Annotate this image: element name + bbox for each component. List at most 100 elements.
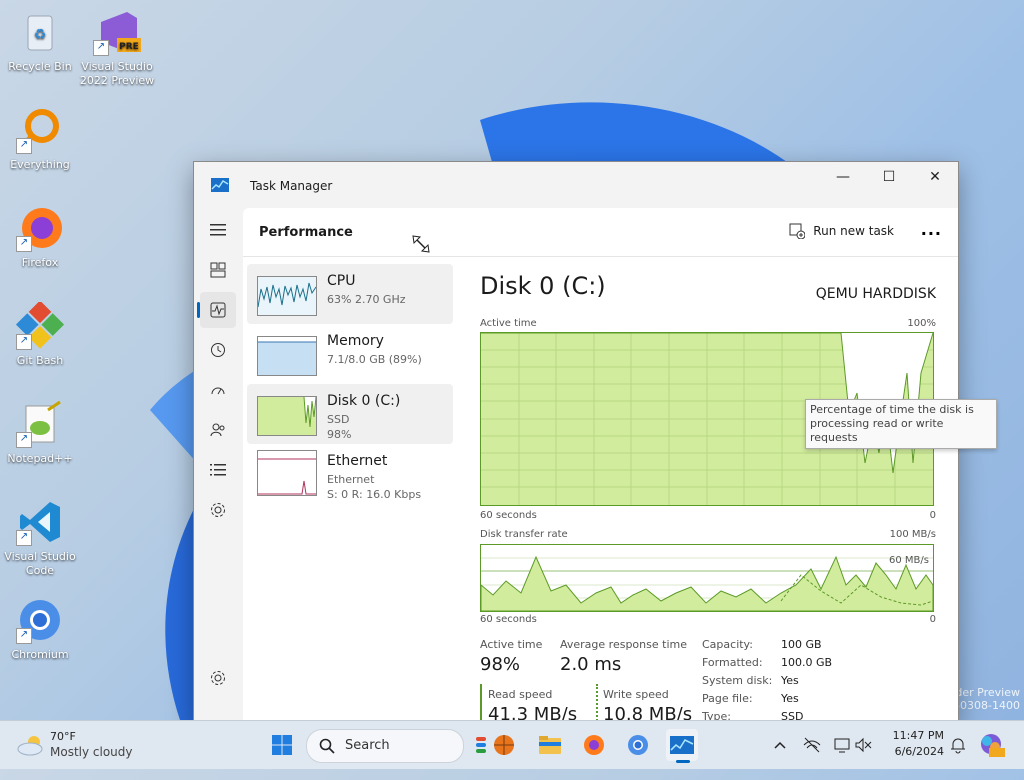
prop-key: System disk: <box>702 674 773 687</box>
performance-content: Performance Run new task ... CPU 63% 2.7… <box>243 208 958 722</box>
details-list-icon <box>210 464 226 476</box>
resource-item-disk[interactable]: Disk 0 (C:) SSD 98% <box>247 384 453 444</box>
maximize-button[interactable]: ☐ <box>866 162 912 192</box>
resource-sub1: 7.1/8.0 GB (89%) <box>327 353 422 366</box>
resource-list: CPU 63% 2.70 GHz Memory 7.1/8.0 GB (89%)… <box>247 264 453 504</box>
system-tray-status[interactable] <box>832 729 876 761</box>
nav-processes[interactable] <box>200 252 236 288</box>
prop-value: Yes <box>781 674 799 687</box>
nav-settings[interactable] <box>200 660 236 696</box>
desktop-icon-recycle-bin[interactable]: ♻ Recycle Bin <box>0 8 80 74</box>
desktop-icon-firefox[interactable]: ↗ Firefox <box>0 204 80 270</box>
prop-value: 100.0 GB <box>781 656 833 669</box>
network-disconnected-icon <box>803 737 821 753</box>
desktop-icon-visual-studio[interactable]: PRE ↗ Visual Studio 2022 Preview <box>77 8 157 88</box>
windows-start-icon <box>272 735 292 755</box>
everything-search-icon: ↗ <box>16 106 64 154</box>
transfer-rate-graph[interactable]: 60 MB/s <box>480 544 934 612</box>
desktop-icon-chromium[interactable]: ↗ Chromium <box>0 596 80 662</box>
run-new-task-button[interactable]: Run new task <box>789 223 894 239</box>
memory-thumbnail <box>257 336 317 376</box>
active-time-axis-left: 60 seconds <box>480 510 537 521</box>
task-manager-app-icon <box>211 178 229 192</box>
shortcut-arrow-icon: ↗ <box>16 236 32 252</box>
taskbar-clock[interactable]: 11:47 PM 6/6/2024 <box>884 728 944 760</box>
prop-key: Capacity: <box>702 638 753 651</box>
nav-users[interactable] <box>200 412 236 448</box>
write-speed-marker <box>596 684 598 722</box>
resource-item-memory[interactable]: Memory 7.1/8.0 GB (89%) <box>247 324 453 384</box>
nav-details[interactable] <box>200 452 236 488</box>
history-icon <box>211 343 225 357</box>
avg-response-label: Average response time <box>560 638 687 651</box>
file-explorer-icon <box>539 736 561 754</box>
prop-key: Formatted: <box>702 656 763 669</box>
resource-name: Ethernet <box>327 453 388 469</box>
active-time-max: 100% <box>907 318 936 329</box>
transfer-rate-max: 100 MB/s <box>889 529 936 540</box>
desktop-icon-label: Recycle Bin <box>8 60 72 73</box>
nav-startup-apps[interactable] <box>200 372 236 408</box>
nav-app-history[interactable] <box>200 332 236 368</box>
resource-item-cpu[interactable]: CPU 63% 2.70 GHz <box>247 264 453 324</box>
desktop-icon-vscode[interactable]: ↗ Visual Studio Code <box>0 498 80 578</box>
close-button[interactable]: ✕ <box>912 162 958 192</box>
prop-key: Page file: <box>702 692 753 705</box>
taskbar-search-box[interactable]: Search <box>306 729 464 763</box>
svg-text:♻: ♻ <box>34 27 47 43</box>
resource-item-ethernet[interactable]: Ethernet Ethernet S: 0 R: 16.0 Kbps <box>247 444 453 504</box>
desktop-icon-everything[interactable]: ↗ Everything <box>0 106 80 172</box>
hamburger-menu-button[interactable] <box>200 212 236 248</box>
active-time-tooltip: Percentage of time the disk is processin… <box>805 399 997 449</box>
network-tray-button[interactable] <box>796 729 828 761</box>
firefox-taskbar-button[interactable] <box>578 729 610 761</box>
ethernet-thumbnail <box>257 450 317 496</box>
clock-time: 11:47 PM <box>892 729 944 742</box>
page-header: Performance Run new task ... <box>243 208 958 257</box>
services-gear-icon <box>211 503 225 517</box>
cloudy-weather-icon <box>17 736 43 756</box>
resource-sub1: Ethernet <box>327 473 375 486</box>
page-title: Performance <box>259 225 353 240</box>
shortcut-arrow-icon: ↗ <box>16 628 32 644</box>
copilot-button[interactable] <box>976 729 1008 761</box>
chromium-icon: ↗ <box>16 596 64 644</box>
read-speed-label: Read speed <box>488 688 553 701</box>
show-hidden-icons-button[interactable] <box>764 729 796 761</box>
notifications-button[interactable] <box>942 729 974 761</box>
nav-performance[interactable] <box>197 292 236 328</box>
active-time-stat-label: Active time <box>480 638 543 651</box>
recycle-bin-icon: ♻ <box>16 8 64 56</box>
shortcut-arrow-icon: ↗ <box>16 530 32 546</box>
cpu-thumbnail <box>257 276 317 316</box>
shortcut-arrow-icon: ↗ <box>16 138 32 154</box>
search-label: Search <box>345 738 390 753</box>
weather-widget[interactable]: 70°F Mostly cloudy <box>14 729 134 761</box>
title-bar[interactable]: Task Manager — ☐ ✕ <box>194 162 958 208</box>
task-manager-taskbar-button[interactable] <box>666 729 698 763</box>
users-icon <box>210 423 225 437</box>
weather-desc: Mostly cloudy <box>50 745 133 759</box>
startup-gauge-icon <box>211 387 225 395</box>
disk-thumbnail <box>257 396 317 436</box>
widgets-icon <box>476 735 514 755</box>
desktop-icon-notepad-plus-plus[interactable]: ↗ Notepad++ <box>0 400 80 466</box>
shortcut-arrow-icon: ↗ <box>16 432 32 448</box>
transfer-rate-mark: 60 MB/s <box>889 555 929 566</box>
widgets-button[interactable] <box>470 729 522 761</box>
chromium-taskbar-button[interactable] <box>622 729 654 761</box>
nav-services[interactable] <box>200 492 236 528</box>
transfer-rate-label: Disk transfer rate <box>480 529 568 540</box>
desktop-icon-label: Chromium <box>11 648 69 661</box>
file-explorer-button[interactable] <box>534 729 566 761</box>
minimize-button[interactable]: — <box>820 162 866 192</box>
more-options-button[interactable]: ... <box>921 220 942 239</box>
pre-badge: PRE <box>119 42 139 52</box>
disk-model: QEMU HARDDISK <box>815 286 936 302</box>
processes-icon <box>210 262 226 278</box>
nav-rail <box>194 208 242 722</box>
desktop-icon-git-bash[interactable]: ↗ Git Bash <box>0 300 80 368</box>
start-button[interactable] <box>266 729 298 761</box>
disk-title: Disk 0 (C:) <box>480 272 606 300</box>
desktop-icon-label: Firefox <box>21 256 59 269</box>
